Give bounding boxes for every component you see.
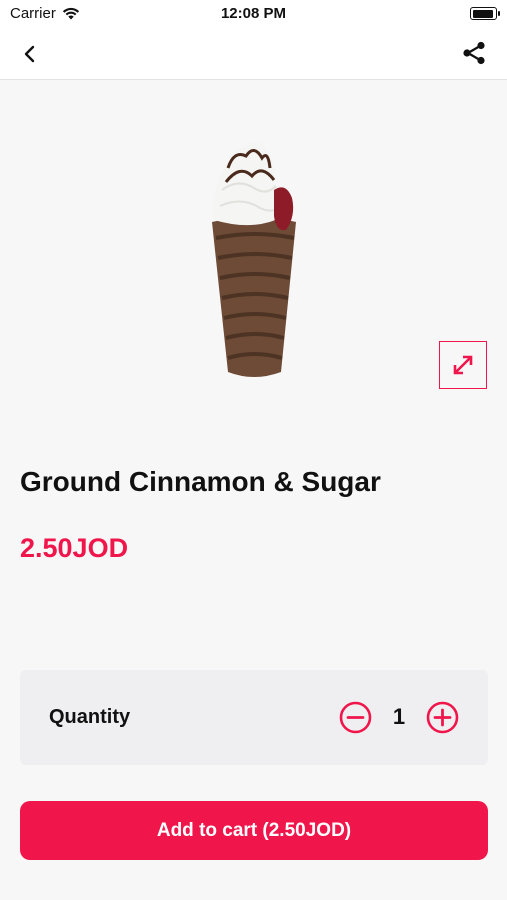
battery-icon bbox=[470, 7, 500, 20]
status-time: 12:08 PM bbox=[220, 5, 287, 22]
chevron-left-icon bbox=[24, 45, 35, 63]
share-icon bbox=[463, 41, 485, 65]
product-price: 2.50JOD bbox=[20, 533, 129, 563]
status-bar: Carrier 12:08 PM bbox=[0, 0, 507, 28]
quantity-value: 1 bbox=[392, 704, 406, 729]
expand-icon bbox=[453, 355, 473, 375]
add-to-cart-button[interactable]: Add to cart (2.50JOD) bbox=[20, 801, 488, 860]
quantity-label: Quantity bbox=[49, 706, 131, 728]
product-image bbox=[150, 120, 360, 400]
nav-bar bbox=[0, 28, 507, 80]
quantity-card: Quantity 1 bbox=[20, 670, 488, 765]
product-photo bbox=[212, 142, 296, 377]
increase-quantity-button[interactable] bbox=[426, 701, 459, 734]
share-button[interactable] bbox=[459, 38, 489, 68]
back-button[interactable] bbox=[16, 40, 44, 68]
decrease-quantity-button[interactable] bbox=[339, 701, 372, 734]
expand-image-button[interactable] bbox=[439, 341, 487, 389]
product-title: Ground Cinnamon & Sugar bbox=[20, 466, 381, 497]
plus-circle-icon bbox=[426, 701, 459, 734]
minus-circle-icon bbox=[339, 701, 372, 734]
